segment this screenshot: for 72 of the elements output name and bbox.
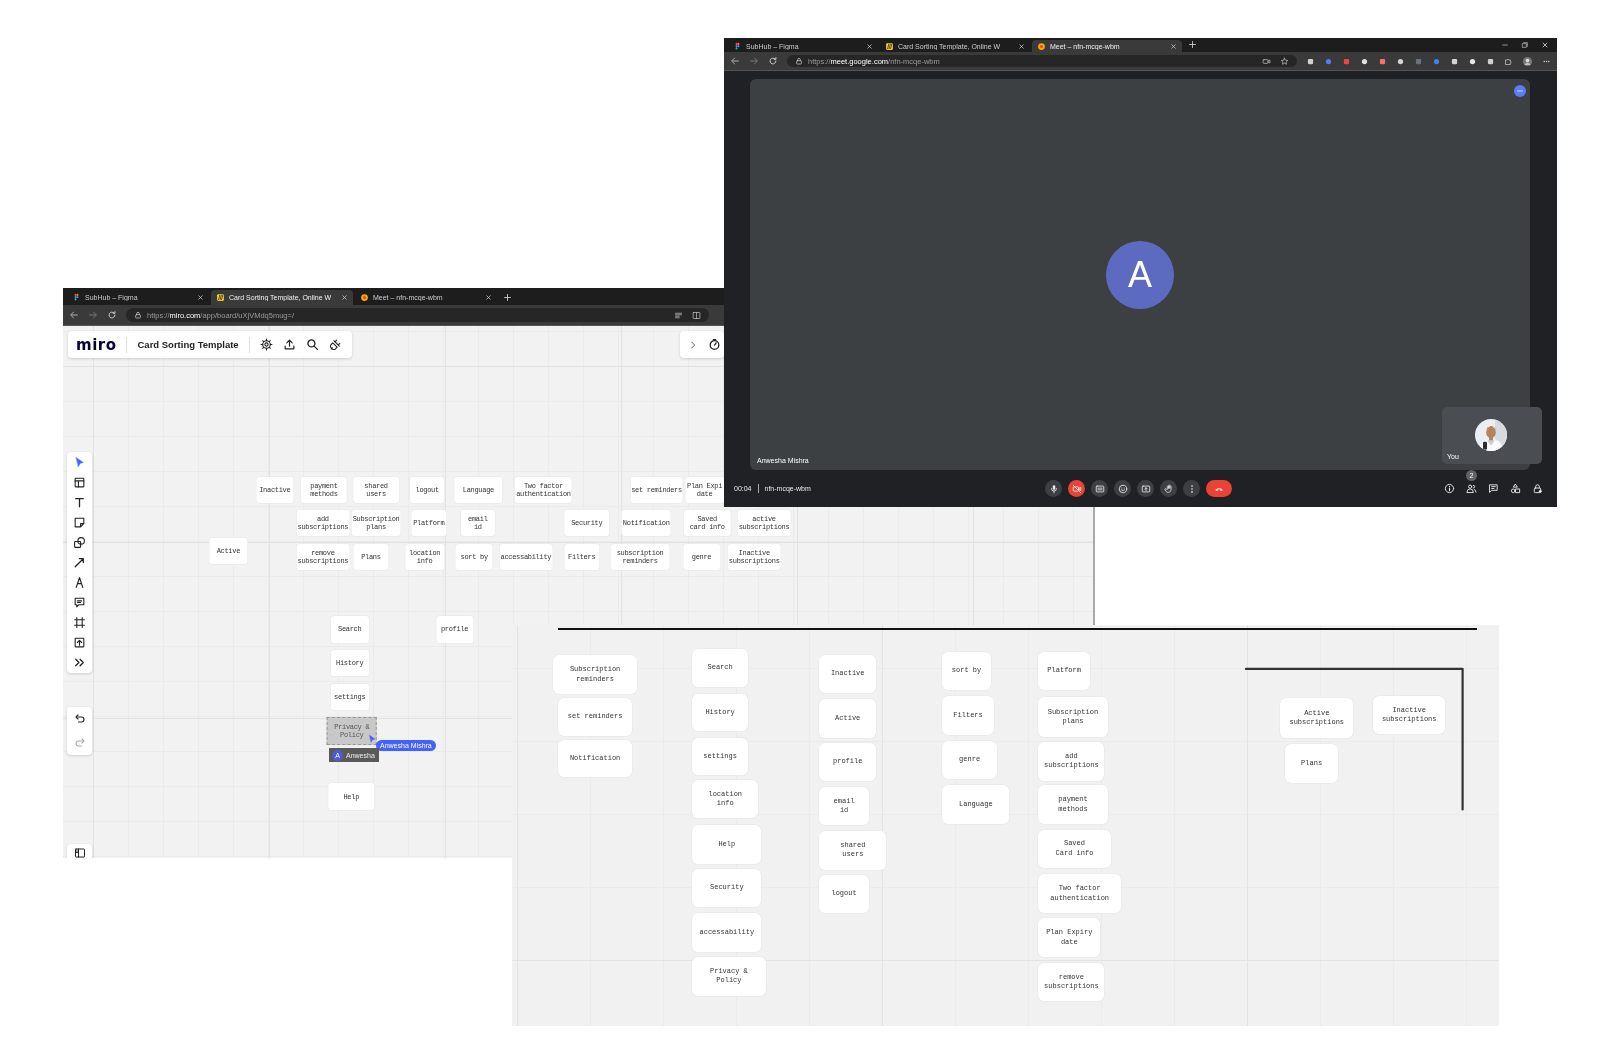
chat-icon[interactable] [1488, 483, 1499, 494]
star-icon[interactable] [1280, 56, 1289, 66]
upload-icon[interactable] [73, 636, 86, 649]
figma-icon [733, 41, 742, 51]
info-icon[interactable] [1444, 483, 1455, 494]
camera-off-icon [1071, 483, 1082, 494]
activities-icon[interactable] [1510, 483, 1521, 494]
close-icon[interactable] [1541, 41, 1549, 49]
select-icon[interactable] [73, 456, 86, 469]
new-tab-icon[interactable] [1188, 40, 1197, 49]
mic-button[interactable] [1045, 480, 1062, 497]
raise-hand-button[interactable] [1160, 480, 1177, 497]
split-screen-icon[interactable] [692, 310, 701, 320]
sidebar-icon [73, 847, 86, 858]
more-tools-icon[interactable] [73, 656, 86, 669]
pointer-icon [367, 734, 377, 744]
timer-icon[interactable] [708, 338, 721, 351]
camera-button[interactable] [1068, 480, 1085, 497]
search-icon[interactable] [305, 338, 319, 351]
more-options-button[interactable] [1514, 85, 1526, 97]
reload-icon[interactable] [107, 310, 117, 320]
shapes-icon[interactable] [73, 536, 86, 549]
new-tab-icon[interactable] [503, 293, 512, 302]
close-icon[interactable] [1170, 42, 1177, 50]
hand-icon [1163, 483, 1174, 494]
participant-avatar: A [1106, 240, 1174, 309]
close-icon[interactable] [341, 294, 348, 301]
board-title[interactable]: Card Sorting Template [137, 339, 239, 350]
close-icon[interactable] [197, 294, 204, 301]
lock-icon [134, 311, 142, 319]
back-icon[interactable] [730, 56, 740, 66]
video-icon[interactable] [1262, 56, 1271, 66]
present-button[interactable] [1137, 480, 1154, 497]
comment-icon[interactable] [73, 596, 86, 609]
close-icon[interactable] [1018, 42, 1025, 50]
puzzle-icon[interactable] [1504, 56, 1513, 66]
people-icon[interactable] [1466, 483, 1477, 494]
emoji-button[interactable] [1114, 480, 1131, 497]
figma-icon [72, 293, 81, 302]
emoji-icon [1117, 483, 1128, 494]
settings-icon[interactable] [259, 338, 273, 351]
logo-text[interactable]: miro [76, 335, 117, 354]
template-icon[interactable] [73, 476, 86, 489]
profile-icon[interactable] [1522, 55, 1533, 67]
present-icon [1140, 483, 1151, 494]
frame-icon[interactable] [73, 616, 86, 629]
board-icon [885, 41, 894, 51]
reader-icon[interactable] [674, 310, 683, 320]
reload-icon[interactable] [768, 56, 778, 66]
captions-icon [1094, 483, 1105, 494]
sticky-note-icon[interactable] [73, 516, 86, 529]
panel-toggle[interactable] [67, 844, 92, 858]
captions-button[interactable] [1091, 480, 1108, 497]
restore-icon[interactable] [1521, 41, 1529, 49]
pen-icon[interactable] [73, 576, 86, 589]
video-call-icon [1037, 41, 1046, 51]
microphone-icon [1048, 483, 1059, 494]
undo-icon[interactable] [73, 713, 86, 725]
back-icon[interactable] [69, 310, 79, 320]
upload-icon[interactable] [282, 338, 296, 351]
host-controls-icon[interactable] [1532, 483, 1543, 494]
video-call-icon [360, 293, 369, 302]
lock-icon [795, 57, 803, 65]
chevron-right-icon[interactable] [688, 339, 698, 350]
more-options-button[interactable] [1183, 480, 1200, 497]
text-tool-icon[interactable] [73, 496, 86, 509]
board-icon [216, 293, 225, 302]
arrow-icon[interactable] [73, 556, 86, 569]
close-icon[interactable] [866, 42, 873, 50]
end-call-button[interactable] [1206, 480, 1232, 497]
plug-icon[interactable] [328, 338, 342, 351]
close-icon[interactable] [485, 294, 492, 301]
